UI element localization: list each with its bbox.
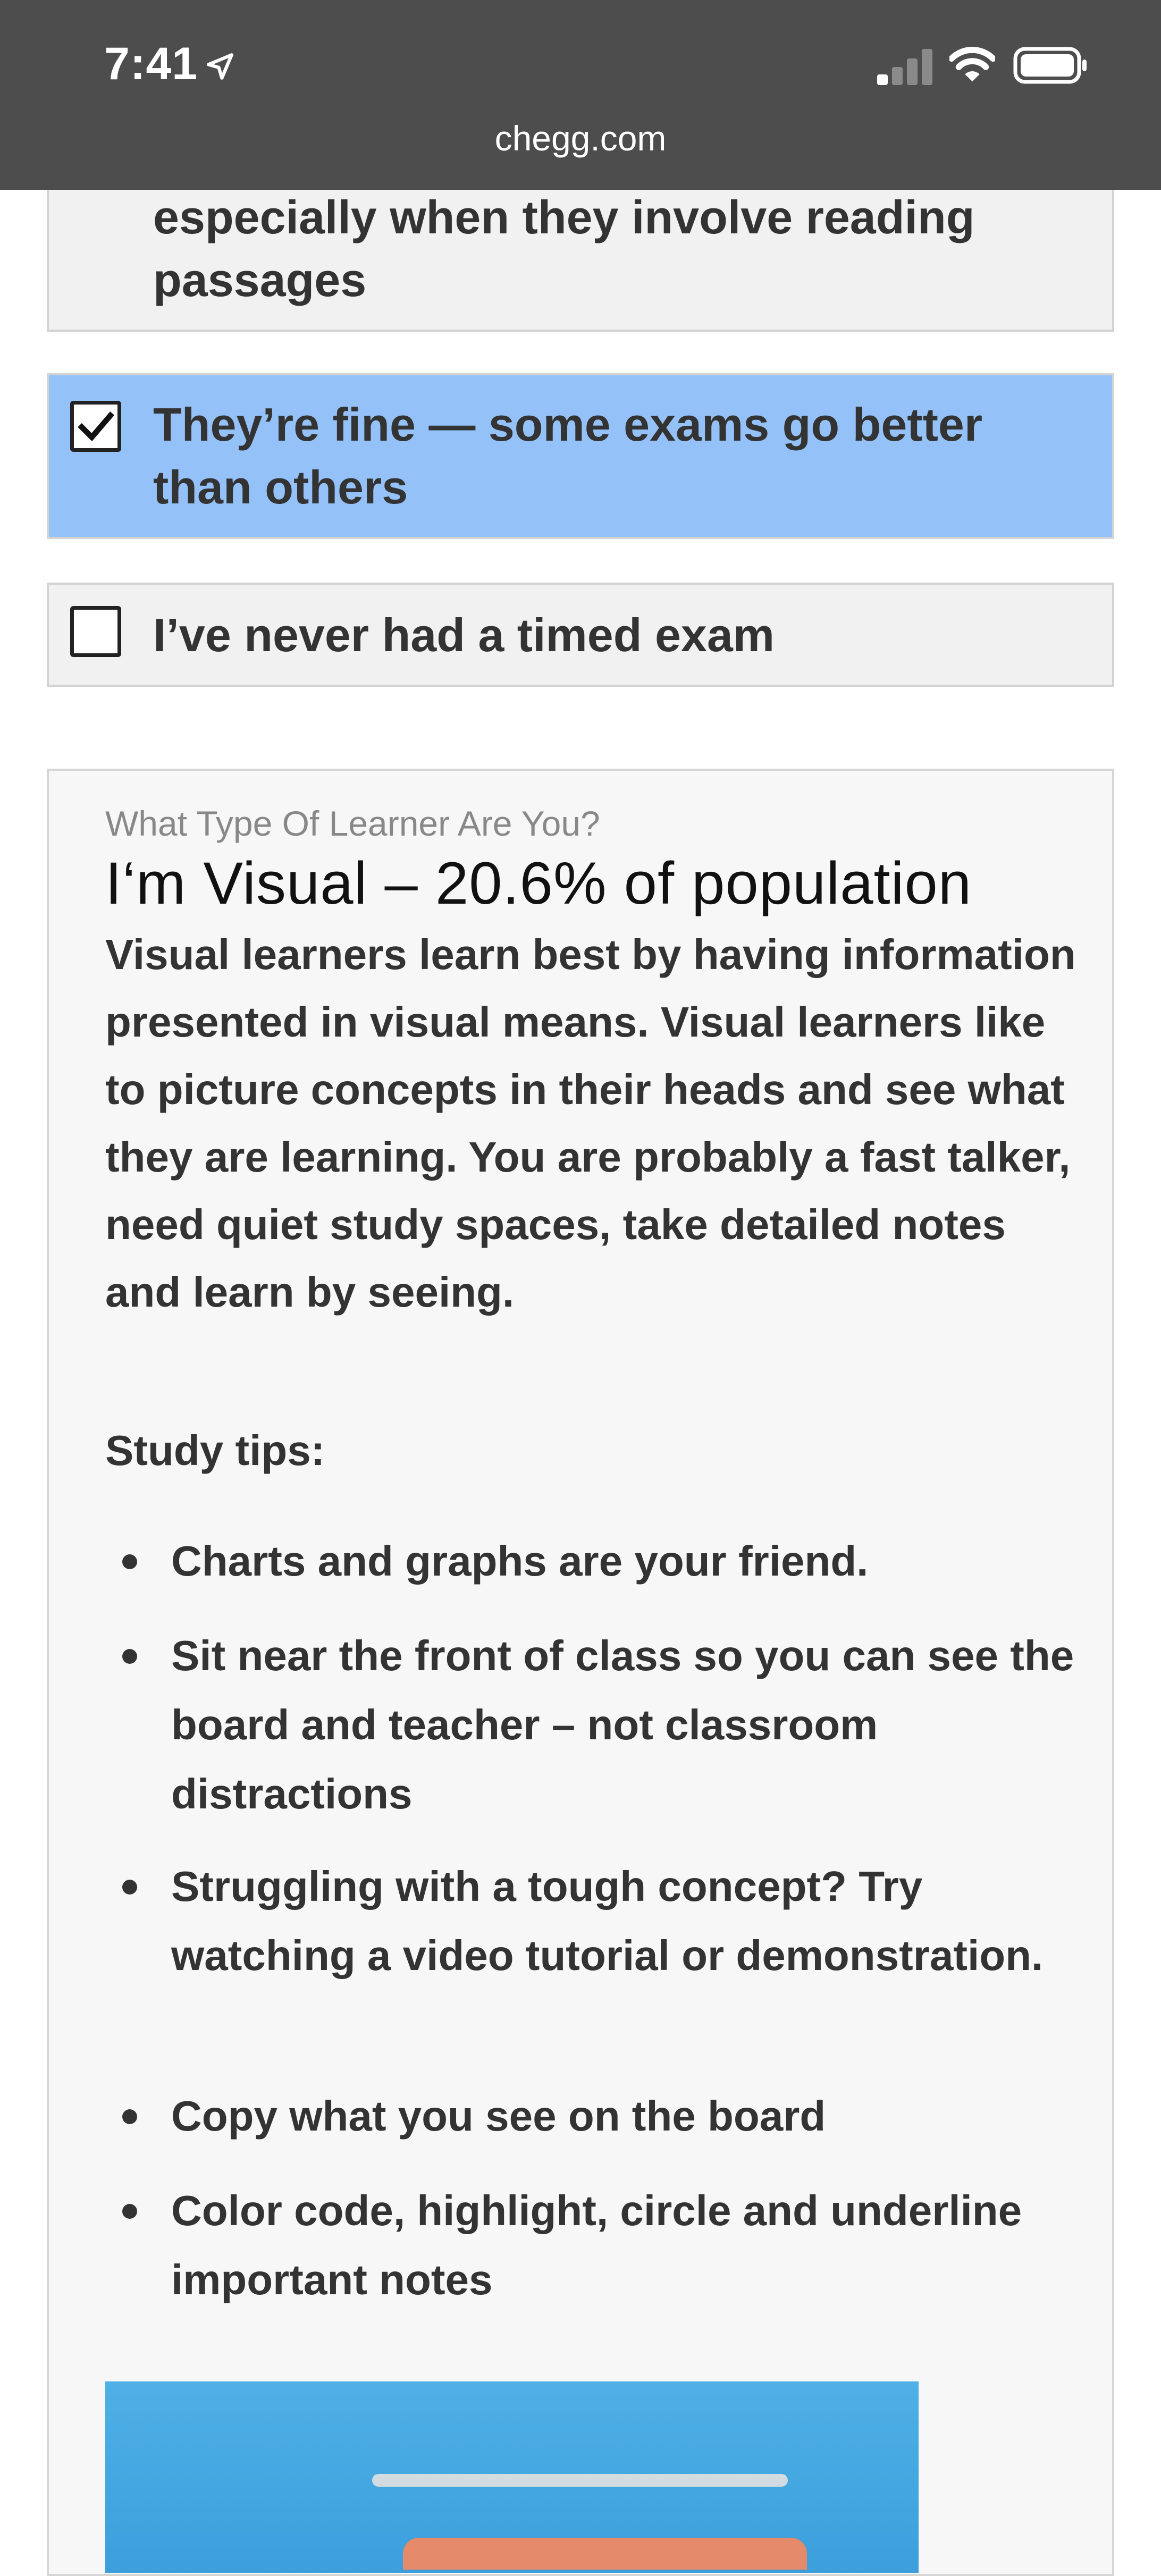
checkmark-icon [78, 411, 114, 442]
result-eyebrow: What Type Of Learner Are You? [105, 804, 600, 843]
result-description: Visual learners learn best by having inf… [105, 931, 1076, 1316]
bullet-icon [122, 1554, 137, 1569]
bullet-icon [122, 1649, 137, 1664]
list-item: Sit near the front of class so you can s… [105, 1621, 1094, 1829]
wifi-icon [949, 47, 995, 82]
browser-top-bar: 7:41 chegg.com [0, 0, 1161, 190]
checkbox-unchecked[interactable] [70, 606, 121, 657]
result-card: What Type Of Learner Are You? I‘m Visual… [47, 769, 1114, 2576]
tip-text: Copy what you see on the board [171, 2092, 826, 2140]
quiz-option-label: especially when they involve reading pas… [153, 191, 975, 306]
url-domain[interactable]: chegg.com [0, 114, 1161, 162]
quiz-option[interactable]: I’ve never had a timed exam [47, 583, 1114, 687]
study-tips-title: Study tips: [105, 1427, 325, 1474]
list-item: Color code, highlight, circle and underl… [105, 2176, 1094, 2314]
battery-icon [1013, 47, 1087, 84]
list-item: Charts and graphs are your friend. [105, 1527, 1094, 1596]
list-item: Copy what you see on the board [105, 2082, 1094, 2151]
list-item: Struggling with a tough concept? Try wat… [105, 1852, 1094, 1990]
quiz-option-label: They’re fine — some exams go better than… [153, 398, 983, 513]
tip-text: Struggling with a tough concept? Try wat… [171, 1863, 1044, 1979]
bullet-icon [122, 2204, 137, 2219]
tip-text: Color code, highlight, circle and underl… [171, 2187, 1022, 2303]
result-heading: I‘m Visual – 20.6% of population [105, 850, 972, 916]
bullet-icon [122, 1880, 137, 1895]
status-time: 7:41 [104, 38, 198, 89]
location-arrow-icon [207, 53, 233, 80]
checkbox-checked[interactable] [70, 401, 121, 452]
home-indicator[interactable] [372, 2474, 788, 2487]
quiz-option-label: I’ve never had a timed exam [153, 609, 775, 661]
tip-text: Charts and graphs are your friend. [171, 1537, 869, 1585]
tip-text: Sit near the front of class so you can s… [171, 1632, 1074, 1817]
illustration-detail [403, 2538, 807, 2570]
quiz-option-selected[interactable]: They’re fine — some exams go better than… [47, 373, 1114, 539]
cellular-signal-icon [877, 49, 932, 85]
bullet-icon [122, 2109, 137, 2124]
